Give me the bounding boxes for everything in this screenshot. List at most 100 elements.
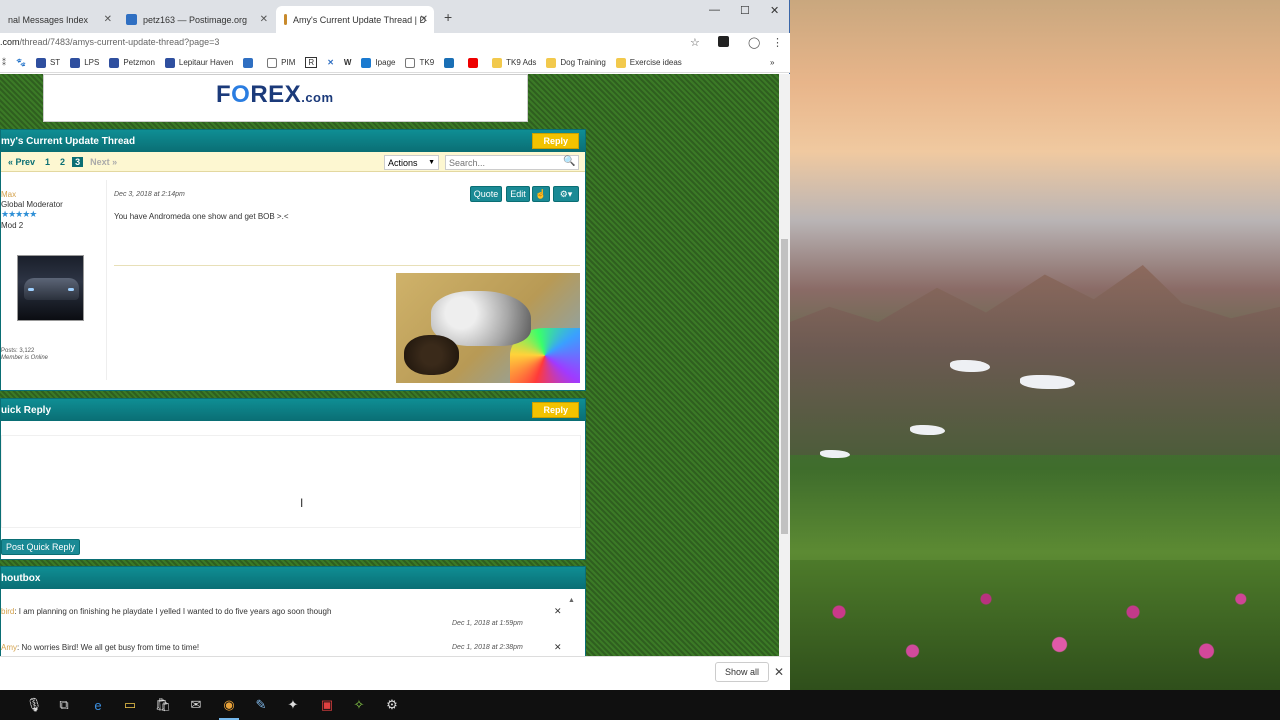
extension-icon[interactable] <box>718 36 729 47</box>
site-icon <box>164 57 175 68</box>
close-icon[interactable]: ✕ <box>260 14 268 25</box>
x-icon[interactable]: ✕ <box>327 58 334 67</box>
search-input[interactable] <box>445 155 579 170</box>
forex-ad-banner[interactable]: FOREX.com <box>43 74 528 122</box>
desktop-wallpaper <box>790 0 1280 690</box>
menu-kebab-icon[interactable]: ⋮ <box>772 36 783 49</box>
shoutbox-panel: houtbox bird: I am planning on finishing… <box>0 566 586 656</box>
shout-author[interactable]: Amy <box>1 643 17 652</box>
quick-reply-panel: uick Reply Reply I Post Quick Reply <box>0 398 586 560</box>
recorder-icon[interactable]: ▣ <box>317 695 337 715</box>
quote-button[interactable]: Quote <box>470 186 502 202</box>
chrome-icon[interactable]: ◉ <box>219 695 239 720</box>
file-explorer-icon[interactable]: ▭ <box>120 695 140 715</box>
mail-icon[interactable]: ✉ <box>186 695 206 715</box>
page-1-link[interactable]: 1 <box>42 157 53 167</box>
actions-dropdown[interactable]: Actions ▼ <box>384 155 439 170</box>
edge-icon[interactable]: e <box>88 695 108 715</box>
forex-logo: FOREX.com <box>216 81 334 108</box>
caret-down-icon: ▼ <box>428 159 435 166</box>
paw-icon[interactable]: 🐾 <box>16 58 26 67</box>
edit-button[interactable]: Edit <box>506 186 530 202</box>
more-bookmarks-icon[interactable]: » <box>770 58 774 67</box>
show-all-button[interactable]: Show all <box>715 662 770 682</box>
page-scrollbar[interactable] <box>779 74 790 656</box>
thread-title: my's Current Update Thread <box>1 135 136 147</box>
close-icon[interactable]: ✕ <box>104 14 112 25</box>
close-icon[interactable]: ✕ <box>554 606 562 617</box>
reply-button[interactable]: Reply <box>532 133 579 149</box>
bookmark-lps[interactable]: LPS <box>70 57 99 68</box>
profile-icon[interactable]: ◯ <box>748 36 760 49</box>
bookmarks-bar: ⁑ 🐾 ST LPS Petzmon Lepitaur Haven PIM R … <box>0 53 790 73</box>
page-2-link[interactable]: 2 <box>57 157 68 167</box>
bookmark-lepitaur[interactable]: Lepitaur Haven <box>164 57 233 68</box>
page-viewport: FOREX.com my's Current Update Thread Rep… <box>0 74 779 656</box>
settings-icon[interactable]: ⚙ <box>382 695 402 715</box>
bookmark-petzmon[interactable]: Petzmon <box>109 57 155 68</box>
prev-page-link[interactable]: « Prev <box>5 157 38 167</box>
snow-patch <box>950 360 990 372</box>
bookmark-exercise-ideas[interactable]: Exercise ideas <box>615 57 682 68</box>
post-body: You have Andromeda one show and get BOB … <box>114 212 289 221</box>
quick-reply-textarea[interactable]: I <box>1 435 581 528</box>
folder-icon <box>492 57 503 68</box>
postimage-icon <box>126 14 137 25</box>
tab-messages[interactable]: nal Messages Index ✕ <box>0 6 118 33</box>
app-icon[interactable]: ✦ <box>283 695 303 715</box>
close-icon[interactable]: ✕ <box>774 665 784 679</box>
site-icon <box>109 57 120 68</box>
shout-item: bird: I am planning on finishing he play… <box>1 607 332 616</box>
bookmark-st[interactable]: ST <box>35 57 60 68</box>
site-icon <box>361 57 372 68</box>
bookmark-tk9[interactable]: TK9 <box>405 57 434 68</box>
youtube-icon[interactable] <box>468 57 482 68</box>
rank-stars-icon: ★★★★★ <box>1 209 37 219</box>
star-bookmark-icon[interactable]: ☆ <box>690 36 700 49</box>
close-icon[interactable]: ✕ <box>420 14 428 25</box>
tab-label: petz163 — Postimage.org <box>143 14 248 25</box>
url-text[interactable]: .com/thread/7483/amys-current-update-thr… <box>0 37 219 47</box>
address-bar[interactable]: .com/thread/7483/amys-current-update-thr… <box>0 33 790 53</box>
new-tab-icon[interactable]: + <box>444 9 452 25</box>
like-icon[interactable]: ☝ <box>532 186 550 202</box>
reply-button[interactable]: Reply <box>532 402 579 418</box>
window-close-icon[interactable]: ✕ <box>770 4 779 17</box>
shout-date: Dec 1, 2018 at 1:59pm <box>452 620 523 627</box>
post-date: Dec 3, 2018 at 2:14pm <box>114 191 185 198</box>
shoutbox-scroll-up-icon[interactable]: ▲ <box>568 597 578 656</box>
bookmark-pim[interactable]: PIM <box>267 57 295 68</box>
wordpress-icon[interactable]: W <box>344 58 352 67</box>
folder-icon <box>615 57 626 68</box>
maximize-icon[interactable]: ☐ <box>740 4 750 17</box>
shout-author[interactable]: bird <box>1 607 14 616</box>
site-icon <box>70 57 81 68</box>
paint-icon[interactable]: ✎ <box>251 695 271 715</box>
game-icon[interactable]: ✧ <box>349 695 369 715</box>
apps-icon[interactable]: ⁑ <box>2 58 6 67</box>
shoutbox-title: houtbox <box>1 572 41 584</box>
store-icon[interactable]: 🛍 <box>153 695 173 715</box>
pagination-bar: « Prev 1 2 3 Next » Actions ▼ 🔍 <box>1 152 585 172</box>
folder-icon <box>546 57 557 68</box>
options-gear-icon[interactable]: ⚙▾ <box>553 186 579 202</box>
trello-icon[interactable] <box>444 57 458 68</box>
postimage-icon[interactable] <box>243 57 257 68</box>
tab-label: Amy's Current Update Thread | D <box>293 14 426 25</box>
tab-amys-thread[interactable]: Amy's Current Update Thread | D ✕ <box>276 6 434 33</box>
search-icon[interactable]: 🔍 <box>563 156 575 167</box>
task-view-icon[interactable]: ⧉ <box>54 695 74 715</box>
minimize-icon[interactable]: — <box>709 4 720 16</box>
r-icon[interactable]: R <box>305 57 318 68</box>
tab-postimage[interactable]: petz163 — Postimage.org ✕ <box>118 6 274 33</box>
bookmark-ipage[interactable]: Ipage <box>361 57 395 68</box>
post-quick-reply-button[interactable]: Post Quick Reply <box>1 539 81 555</box>
bookmark-tk9-ads[interactable]: TK9 Ads <box>492 57 536 68</box>
microphone-icon[interactable]: 🎙 <box>24 695 44 715</box>
page-icon <box>405 57 416 68</box>
username-link[interactable]: Max <box>1 190 16 199</box>
avatar[interactable] <box>17 255 84 321</box>
bookmark-dog-training[interactable]: Dog Training <box>546 57 606 68</box>
close-icon[interactable]: ✕ <box>554 642 562 653</box>
scrollbar-thumb[interactable] <box>781 239 788 534</box>
